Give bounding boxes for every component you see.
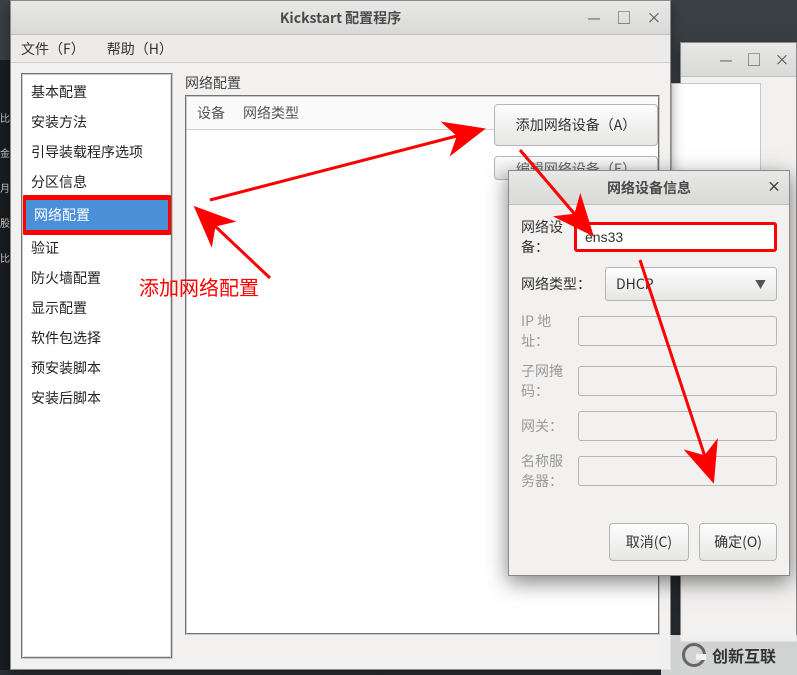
- annotation-text: 添加网络配置: [139, 272, 259, 301]
- dialog-title: 网络设备信息: [509, 178, 789, 198]
- close-icon[interactable]: ×: [772, 49, 792, 69]
- watermark-text: 创新互联: [712, 643, 776, 667]
- ip-label: IP 地址：: [521, 311, 570, 351]
- sidebar-item-postscript[interactable]: 安装后脚本: [23, 383, 171, 413]
- chevron-down-icon: ▼: [755, 276, 766, 292]
- network-device-input[interactable]: [574, 222, 777, 252]
- ip-input: [578, 316, 777, 346]
- cancel-button[interactable]: 取消(C): [609, 523, 689, 561]
- add-network-device-button[interactable]: 添加网络设备（A）: [494, 104, 658, 146]
- sidebar-item-bootloader[interactable]: 引导装载程序选项: [23, 137, 171, 167]
- sidebar-item-partition[interactable]: 分区信息: [23, 167, 171, 197]
- gateway-input: [578, 411, 777, 441]
- menu-file[interactable]: 文件（F）: [21, 39, 85, 59]
- ok-button[interactable]: 确定(O): [699, 523, 777, 561]
- network-device-dialog: 网络设备信息 × 网络设备： 网络类型： DHCP ▼ IP 地址： 子网掩码：…: [508, 170, 790, 576]
- nameserver-input: [578, 456, 777, 486]
- sidebar-item-network[interactable]: 网络配置: [23, 197, 171, 233]
- dialog-titlebar: 网络设备信息 ×: [509, 171, 789, 205]
- col-type[interactable]: 网络类型: [243, 103, 299, 123]
- close-icon[interactable]: ×: [767, 177, 781, 197]
- sidebar-item-install[interactable]: 安装方法: [23, 107, 171, 137]
- netmask-input: [578, 366, 777, 396]
- bgwin-titlebar: — □ ×: [681, 43, 796, 77]
- desktop-left-strip: 比金月股比: [0, 60, 10, 670]
- network-type-select[interactable]: DHCP ▼: [605, 267, 777, 301]
- maximize-icon[interactable]: □: [744, 49, 764, 69]
- menubar: 文件（F） 帮助（H）: [11, 35, 670, 63]
- maximize-icon[interactable]: □: [614, 7, 634, 27]
- netmask-label: 子网掩码：: [521, 361, 570, 401]
- panel-title: 网络配置: [185, 73, 660, 93]
- minimize-icon[interactable]: —: [584, 7, 604, 27]
- sidebar-item-auth[interactable]: 验证: [23, 233, 171, 263]
- sidebar-item-prescript[interactable]: 预安装脚本: [23, 353, 171, 383]
- watermark-logo-icon: [682, 643, 706, 667]
- col-device[interactable]: 设备: [197, 103, 225, 123]
- window-title: Kickstart 配置程序: [11, 8, 670, 28]
- nettype-label: 网络类型：: [521, 274, 597, 294]
- sidebar: 基本配置 安装方法 引导装载程序选项 分区信息 网络配置 验证 防火墙配置 显示…: [21, 73, 173, 659]
- titlebar: Kickstart 配置程序 — □ ×: [11, 1, 670, 35]
- device-label: 网络设备：: [521, 217, 566, 257]
- close-icon[interactable]: ×: [644, 7, 664, 27]
- gateway-label: 网关：: [521, 416, 570, 436]
- sidebar-item-packages[interactable]: 软件包选择: [23, 323, 171, 353]
- nameserver-label: 名称服务器：: [521, 451, 570, 491]
- sidebar-item-basic[interactable]: 基本配置: [23, 77, 171, 107]
- action-buttons: 添加网络设备（A） 编辑网络设备（E）: [494, 104, 658, 180]
- network-type-value: DHCP: [616, 274, 654, 294]
- watermark: 创新互联: [661, 635, 797, 675]
- menu-help[interactable]: 帮助（H）: [107, 39, 173, 59]
- minimize-icon[interactable]: —: [716, 49, 736, 69]
